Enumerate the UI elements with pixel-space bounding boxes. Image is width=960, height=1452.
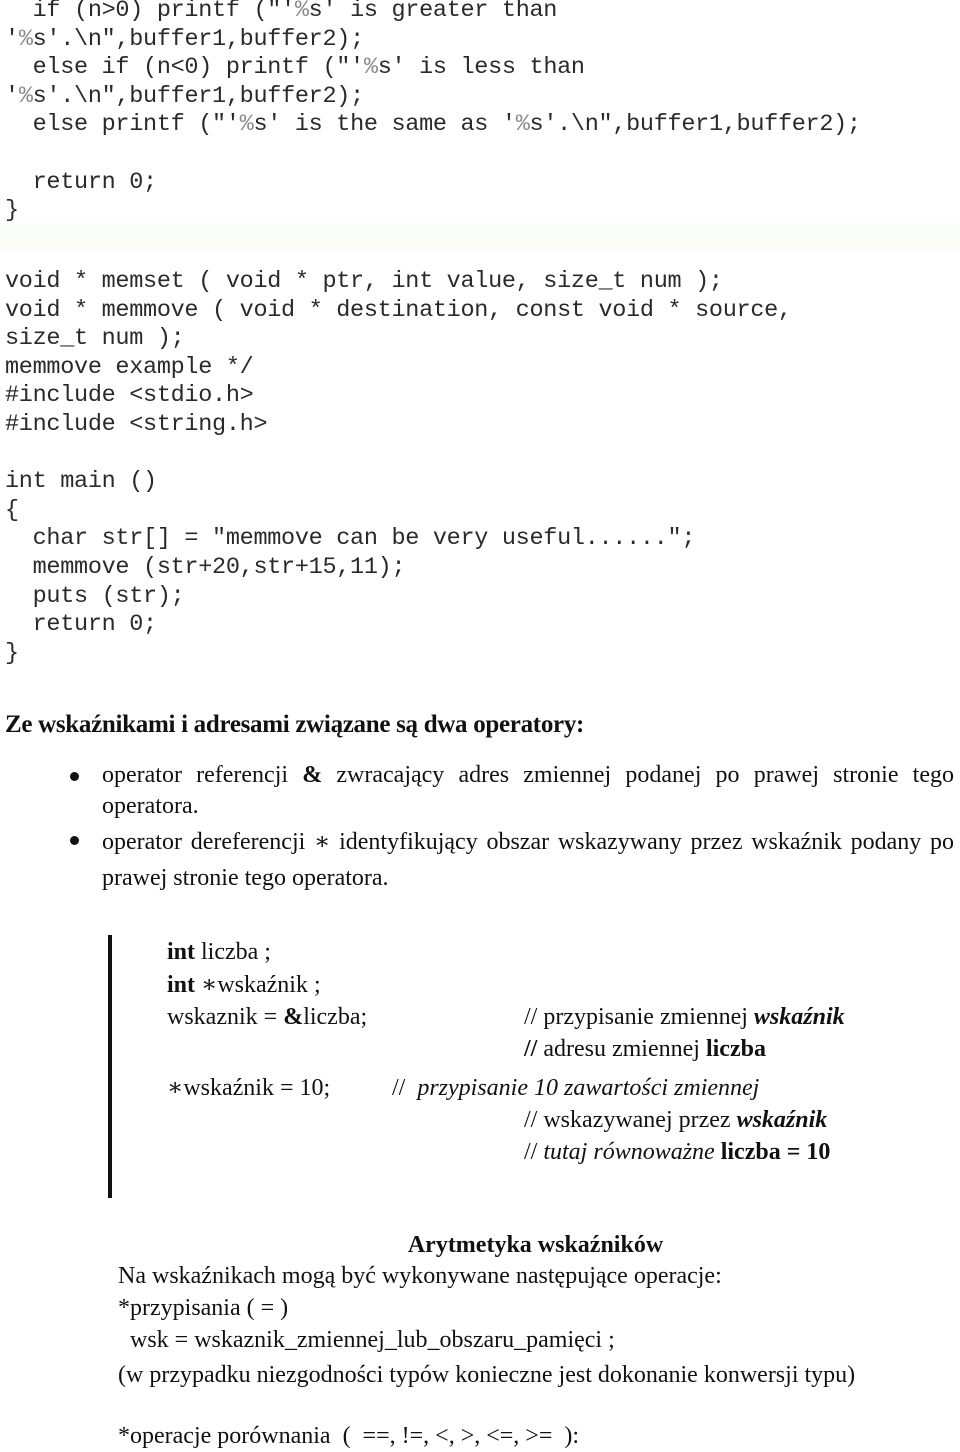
operators-heading: Ze wskaźnikami i adresami związane są dw… [5,711,585,738]
comment-assign-pointer: // przypisanie zmiennej wskaźnik [524,1001,845,1033]
assign-left: wskaznik = [167,1004,284,1030]
comment-slashes: // [524,1139,538,1165]
comment-address-of: // adresu zmiennej liczba [524,1033,766,1065]
list-item-reference-operator: operator referencji & zwracający adres z… [70,760,954,822]
bullet-icon [70,836,79,845]
code-block-compare: if (n>0) printf ("'%s' is greater than '%… [5,0,861,226]
code-line: int main () [5,468,157,496]
percent-glyph: % [18,25,33,53]
arithmetic-op-assign: *przypisania ( = ) [118,1295,289,1321]
code-line: return 0; [5,168,158,196]
highlight-band [0,223,960,249]
code-line: { [5,496,19,524]
code-line: void * memset ( void * ptr, int value, s… [5,268,723,295]
code-line: '%s'.\n",buffer1,buffer2); [5,25,364,53]
code-line: size_t num ); [5,325,185,353]
comment-emphasis: liczba = 10 [714,1139,831,1165]
comment-slashes: // [524,1036,538,1062]
assign-right: liczba; [303,1004,368,1030]
deref-assign-text: ∗wskaźnik = 10; [167,1075,331,1101]
asterisk-symbol: ∗ [314,829,331,855]
arithmetic-op-assign-example: wsk = wskaznik_zmiennej_lub_obszaru_pami… [118,1327,615,1353]
example-line-assign-address: wskaznik = &liczba; [167,1001,367,1033]
comment-assign-value: // przypisanie 10 zawartości zmiennej [392,1072,759,1104]
code-line: void * memmove ( void * destination, con… [5,296,792,324]
code-line: #include <stdio.h> [5,382,254,410]
comment-text: // przypisanie zmiennej [524,1004,754,1030]
ampersand-symbol: & [283,1004,304,1030]
bullet-icon [70,772,79,781]
percent-glyph: % [18,82,33,110]
operators-list: operator referencji & zwracający adres z… [70,760,954,896]
example-line-int-pointer: int ∗wskaźnik ; [167,969,321,1001]
declaration-text: ∗wskaźnik ; [195,972,321,998]
code-line: return 0; [5,611,158,639]
declaration-text: liczba ; [195,939,271,965]
comment-text: // wskazywanej przez [524,1107,737,1133]
comment-pointed-by: // wskazywanej przez wskaźnik [524,1104,827,1136]
arithmetic-op-assign-note: (w przypadku niezgodności typów konieczn… [118,1362,856,1388]
code-line: memmove (str+20,str+15,11); [5,553,406,581]
code-line: else if (n<0) printf ("'%s' is less than [5,54,585,82]
code-line: if (n>0) printf ("'%s' is greater than [5,0,861,26]
arithmetic-intro: Na wskaźnikach mogą być wykonywane nastę… [118,1263,722,1289]
ampersand-symbol: & [302,762,323,788]
percent-glyph: % [294,0,309,24]
example-left-bar [108,935,112,1198]
code-line: else printf ("'%s' is the same as '%s'.\… [5,111,861,139]
item-text-before: operator referencji [102,762,303,788]
percent-glyph: % [239,111,254,139]
list-item-dereference-operator: operator dereferencji ∗ identyfikujący o… [70,824,954,896]
comment-emphasis: liczba [705,1036,766,1062]
code-line: char str[] = "memmove can be very useful… [5,525,696,553]
comment-text: adresu zmiennej [537,1036,706,1062]
code-block-memmove: void * memset ( void * ptr, int value, s… [5,268,792,668]
comment-slashes: // [392,1075,406,1101]
comment-text: tutaj równoważne [537,1139,715,1165]
code-line: } [5,197,19,225]
example-line-deref-assign: ∗wskaźnik = 10; [167,1072,330,1104]
percent-glyph: % [515,111,530,139]
comment-emphasis: wskaźnik [736,1107,828,1133]
section-title-pointer-arithmetic: Arytmetyka wskaźników [407,1232,664,1258]
arithmetic-op-compare: *operacje porównania ( ==, !=, <, >, <=,… [118,1423,580,1449]
keyword-int: int [167,939,196,965]
item-text-before: operator dereferencji [102,829,315,855]
comment-text: przypisanie 10 zawartości zmiennej [405,1075,760,1101]
code-line: '%s'.\n",buffer1,buffer2); [5,82,364,110]
example-line-int-liczba: int liczba ; [167,936,271,968]
code-line: puts (str); [5,582,185,610]
keyword-int: int [167,972,196,998]
comment-equivalent: // tutaj równoważne liczba = 10 [524,1136,830,1168]
code-line: memmove example */ [5,353,254,381]
comment-emphasis: wskaźnik [753,1004,845,1030]
percent-glyph: % [363,54,378,82]
code-line: } [5,639,19,667]
code-line: #include <string.h> [5,410,268,438]
